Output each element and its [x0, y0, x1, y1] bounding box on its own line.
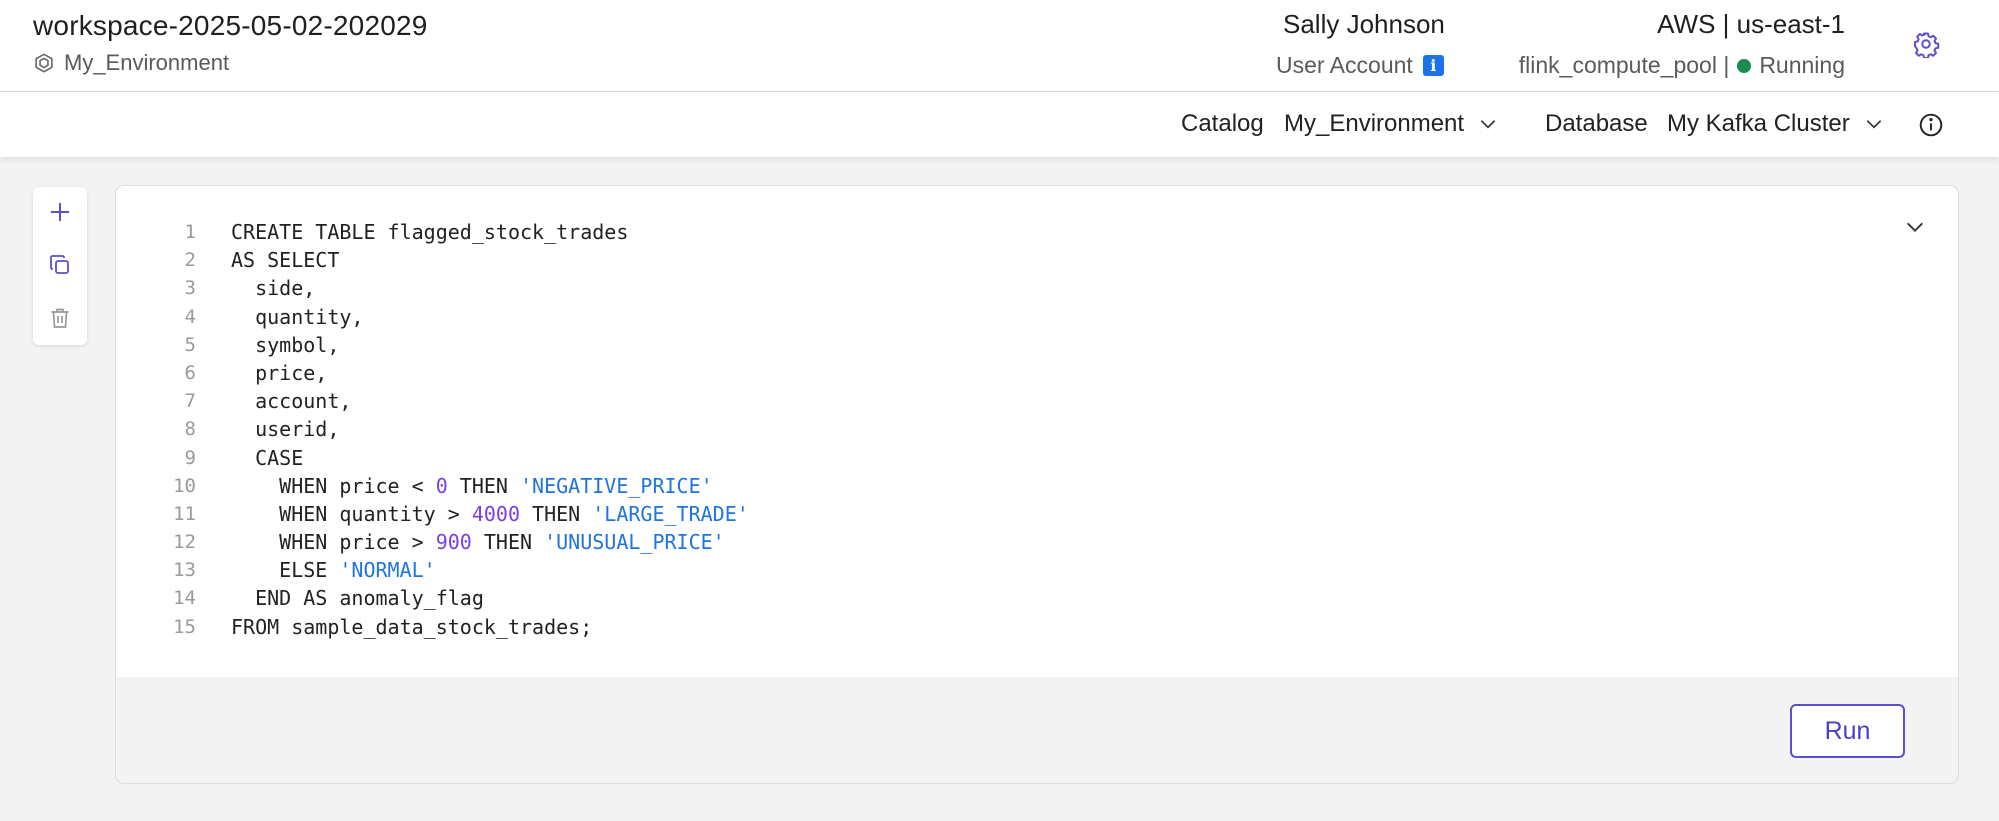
line-number: 5	[184, 333, 196, 356]
code-token: side,	[231, 276, 316, 301]
chevron-down-icon	[1866, 120, 1881, 129]
compute-pool-line: flink_compute_pool | Running	[1519, 52, 1845, 79]
gear-icon[interactable]	[1912, 30, 1940, 58]
line-number: 4	[184, 305, 196, 328]
line-text: userid,	[231, 415, 339, 443]
line-text: account,	[231, 387, 351, 415]
sql-statement-card: 1 CREATE TABLE flagged_stock_trades 2 AS SE…	[115, 185, 1959, 784]
code-token: FROM sample_data_stock_trades;	[231, 614, 593, 639]
line-text: quantity,	[231, 303, 363, 331]
status-dot-icon	[1737, 58, 1752, 73]
line-number: 3	[184, 277, 196, 300]
environment-line[interactable]: My_Environment	[33, 50, 229, 76]
workspace-header: workspace-2025-05-02-202029 My_Environme…	[0, 0, 1999, 92]
code-token: ELSE	[231, 558, 340, 583]
catalog-dropdown[interactable]: My_Environment	[1284, 110, 1498, 138]
chevron-down-icon	[1480, 120, 1496, 129]
line-text: WHEN price > 900 THEN 'UNUSUAL_PRICE'	[231, 528, 725, 556]
trash-icon[interactable]	[48, 306, 72, 330]
environment-icon	[35, 53, 53, 73]
string-literal: 'NEGATIVE_PRICE'	[520, 473, 713, 498]
code-token: CASE	[231, 445, 304, 470]
workspace-title[interactable]: workspace-2025-05-02-202029	[33, 10, 428, 42]
line-text: AS SELECT	[231, 246, 339, 274]
line-text: END AS anomaly_flag	[231, 584, 484, 612]
number-literal: 4000	[471, 501, 520, 526]
code-token: THEN	[520, 501, 593, 526]
code-token: WHEN price <	[231, 473, 436, 498]
line-number: 9	[184, 446, 196, 469]
cloud-region: AWS | us-east-1	[1657, 9, 1845, 39]
line-text: CREATE TABLE flagged_stock_trades	[231, 218, 628, 246]
pool-status: Running	[1759, 52, 1845, 78]
code-token: WHEN price >	[231, 530, 436, 555]
code-token: THEN	[471, 530, 545, 555]
user-name: Sally Johnson	[1283, 9, 1445, 39]
catalog-value: My_Environment	[1284, 110, 1465, 137]
number-literal: 900	[435, 530, 472, 555]
line-number: 15	[173, 615, 196, 638]
code-token: CREATE TABLE flagged_stock_trades	[231, 220, 629, 244]
string-literal: 'UNUSUAL_PRICE'	[544, 530, 725, 555]
copy-icon[interactable]	[48, 253, 72, 277]
string-literal: 'NORMAL'	[339, 558, 436, 583]
plus-icon[interactable]	[48, 200, 72, 224]
line-number: 10	[173, 474, 196, 497]
line-number: 11	[173, 502, 196, 525]
catalog-toolbar: Catalog My_Environment Database My Kafka…	[0, 92, 1999, 157]
environment-name: My_Environment	[64, 50, 230, 75]
line-number: 13	[173, 559, 196, 582]
database-dropdown[interactable]: My Kafka Cluster	[1667, 110, 1884, 138]
code-token: quantity,	[231, 304, 364, 329]
sql-editor[interactable]: 1 CREATE TABLE flagged_stock_trades 2 AS SE…	[116, 186, 1958, 677]
line-text: ELSE 'NORMAL'	[231, 556, 436, 584]
line-number: 14	[173, 587, 196, 610]
line-number: 2	[184, 249, 196, 272]
run-button[interactable]: Run	[1790, 704, 1905, 758]
user-account-label: User Account	[1276, 52, 1413, 78]
line-number: 6	[184, 361, 196, 384]
code-token: WHEN quantity >	[231, 501, 472, 526]
line-number: 1	[184, 221, 196, 243]
string-literal: 'LARGE_TRADE'	[592, 501, 749, 526]
code-token: price,	[231, 360, 328, 385]
catalog-label: Catalog	[1181, 110, 1264, 137]
line-number: 7	[184, 390, 196, 413]
line-text: price,	[231, 359, 327, 387]
database-value: My Kafka Cluster	[1667, 110, 1850, 137]
line-text: WHEN price < 0 THEN 'NEGATIVE_PRICE'	[231, 472, 713, 500]
line-text: CASE	[231, 444, 303, 472]
database-label: Database	[1545, 110, 1648, 137]
code-token: symbol,	[231, 332, 340, 357]
code-token: account,	[231, 389, 352, 414]
chevron-down-icon[interactable]	[1904, 216, 1926, 238]
line-text: side,	[231, 274, 315, 302]
compute-pool-name: flink_compute_pool |	[1518, 52, 1730, 78]
number-literal: 0	[435, 473, 448, 498]
code-token: END AS anomaly_flag	[231, 586, 484, 611]
code-token: userid,	[231, 417, 340, 442]
info-icon[interactable]	[1918, 112, 1944, 138]
code-token: AS SELECT	[231, 248, 340, 273]
line-text: symbol,	[231, 331, 339, 359]
user-account-info-icon[interactable]: i	[1422, 55, 1444, 76]
line-text: WHEN quantity > 4000 THEN 'LARGE_TRADE'	[231, 500, 749, 528]
user-account-line: User Account i	[1276, 52, 1444, 79]
statement-actions	[33, 187, 87, 345]
line-text: FROM sample_data_stock_trades;	[231, 613, 592, 641]
code-token: THEN	[447, 473, 520, 498]
line-number: 8	[184, 418, 196, 441]
line-number: 12	[173, 531, 196, 554]
